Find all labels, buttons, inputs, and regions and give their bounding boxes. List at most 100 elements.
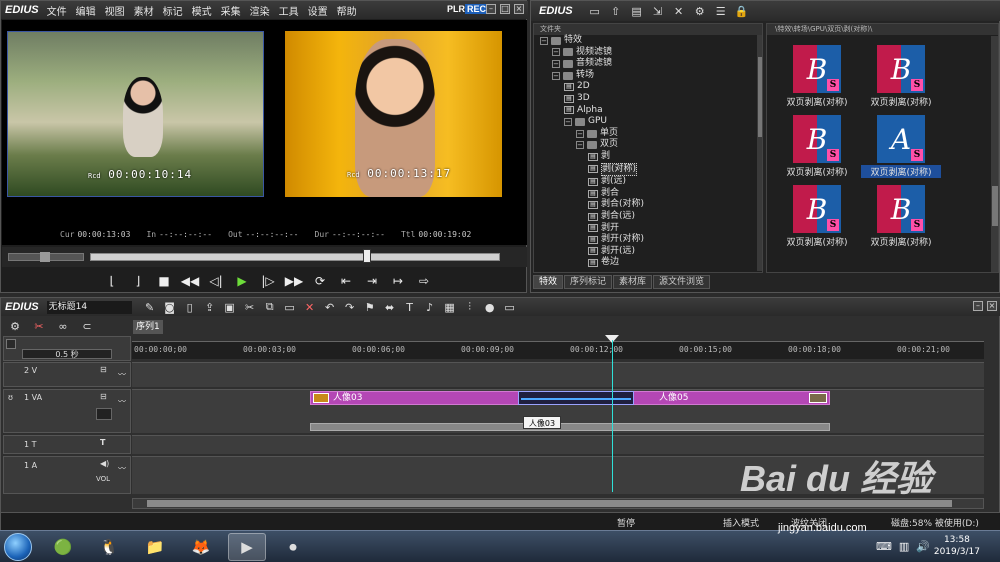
- track-header-1va[interactable]: ʊ 1 VA ⊟ 〰: [3, 389, 131, 433]
- tab-source-browser[interactable]: 源文件浏览: [653, 275, 711, 289]
- rewind-icon[interactable]: ◀◀: [180, 272, 200, 290]
- audio-clip-bar[interactable]: [310, 423, 830, 431]
- tree-item[interactable]: − GPU: [534, 116, 762, 128]
- menu-marker[interactable]: 标记: [163, 3, 183, 18]
- thumb-scroll-thumb[interactable]: [992, 186, 998, 226]
- minimize-icon[interactable]: –: [486, 4, 496, 14]
- record-icon[interactable]: ●: [480, 299, 500, 315]
- tree-item[interactable]: ▤ 剥合: [534, 188, 762, 200]
- step-forward-icon[interactable]: |▷: [258, 272, 278, 290]
- zoom-select[interactable]: 0.5 秒: [22, 349, 112, 359]
- position-slider[interactable]: [90, 253, 500, 261]
- app-edius-icon[interactable]: ▶: [228, 533, 266, 561]
- set-in-icon[interactable]: ⌊: [102, 272, 122, 290]
- cut-icon[interactable]: ✂: [240, 299, 260, 315]
- play-icon[interactable]: ▶: [232, 272, 252, 290]
- menu-render[interactable]: 渲染: [250, 3, 270, 18]
- mixer-icon[interactable]: ⫶: [460, 299, 480, 315]
- tree-item[interactable]: ▤ 剥开(远): [534, 246, 762, 258]
- speaker-icon[interactable]: ◀): [100, 459, 109, 468]
- list-icon[interactable]: ☰: [714, 4, 728, 18]
- expand-icon[interactable]: −: [552, 71, 560, 80]
- effect-thumbnail[interactable]: B S 双页剥离(对称): [861, 185, 941, 248]
- menu-view[interactable]: 视图: [105, 3, 125, 18]
- tree-item[interactable]: − 单页: [534, 128, 762, 140]
- position-knob[interactable]: [363, 249, 371, 263]
- mode-icon-c[interactable]: ∞: [53, 318, 73, 334]
- tree-item[interactable]: ▤ Alpha: [534, 105, 762, 117]
- effect-thumbnail[interactable]: B S 双页剥离(对称): [861, 45, 941, 108]
- tray-volume-icon[interactable]: 🔊: [916, 540, 930, 553]
- tree-item[interactable]: ▤ 剥(远): [534, 176, 762, 188]
- next-edit-icon[interactable]: ⇥: [362, 272, 382, 290]
- expand-icon[interactable]: −: [576, 129, 584, 138]
- rec-label[interactable]: REC: [465, 4, 489, 14]
- track-sync-icon[interactable]: 〰: [118, 369, 126, 380]
- tree-item[interactable]: ▤ 剥合(对称): [534, 199, 762, 211]
- plr-rec-toggle[interactable]: PLR REC: [447, 4, 489, 14]
- marker-icon[interactable]: ⚑: [360, 299, 380, 315]
- up-folder-icon[interactable]: ⇧: [609, 4, 623, 18]
- tree-item[interactable]: ▤ 剥(对称): [534, 162, 762, 177]
- thumbnail-scrollbar[interactable]: [991, 36, 998, 272]
- track-mode-icon[interactable]: ⊟: [100, 365, 107, 374]
- playhead-line[interactable]: [612, 340, 613, 492]
- effect-thumbnail[interactable]: B S 双页剥离(对称): [777, 185, 857, 248]
- copy-icon[interactable]: ⧉: [260, 299, 280, 315]
- tree-item[interactable]: ▤ 3D: [534, 93, 762, 105]
- tree-item[interactable]: ▤ 2D: [534, 81, 762, 93]
- layout-icon[interactable]: ▭: [500, 299, 520, 315]
- overwrite-icon[interactable]: ⇨: [414, 272, 434, 290]
- track-sync-icon[interactable]: 〰: [118, 396, 126, 407]
- track-lock-icon[interactable]: ʊ: [8, 393, 13, 402]
- effect-thumbnail[interactable]: B S 双页剥离(对称): [777, 45, 857, 108]
- fast-forward-icon[interactable]: ▶▶: [284, 272, 304, 290]
- tree-item[interactable]: ▤ 剥合(远): [534, 211, 762, 223]
- sequence-tab[interactable]: 序列1: [133, 320, 163, 334]
- close-icon-tl[interactable]: ×: [987, 301, 997, 311]
- stop-icon[interactable]: ■: [154, 272, 174, 290]
- app-explorer-icon[interactable]: 📁: [136, 533, 174, 561]
- title-icon[interactable]: T: [400, 299, 420, 315]
- new-icon[interactable]: ▯: [180, 299, 200, 315]
- track-header-1t[interactable]: 1 T T: [3, 435, 131, 454]
- tree-item[interactable]: ▤ 卷边: [534, 257, 762, 269]
- tab-sequence-markers[interactable]: 序列标记: [564, 275, 613, 289]
- system-clock[interactable]: 13:58 2019/3/17: [934, 534, 980, 558]
- expand-icon[interactable]: −: [576, 141, 584, 150]
- lock-toggle-icon[interactable]: [6, 339, 16, 349]
- tree-scroll-thumb[interactable]: [758, 57, 762, 137]
- tree-scrollbar[interactable]: [757, 35, 762, 271]
- shuttle-knob[interactable]: [40, 252, 50, 262]
- undo-icon[interactable]: ↶: [320, 299, 340, 315]
- tray-keyboard-icon[interactable]: ⌨: [876, 540, 892, 553]
- menu-help[interactable]: 帮助: [337, 3, 357, 18]
- app-360-icon[interactable]: 🟢: [44, 533, 82, 561]
- title-track-icon[interactable]: T: [100, 438, 105, 447]
- app-firefox-icon[interactable]: 🦊: [182, 533, 220, 561]
- paste-icon[interactable]: ▭: [280, 299, 300, 315]
- set-out-icon[interactable]: ⌋: [128, 272, 148, 290]
- transition-icon[interactable]: ⬌: [380, 299, 400, 315]
- delete-icon[interactable]: ✕: [672, 4, 686, 18]
- track-sync-icon[interactable]: 〰: [118, 463, 126, 474]
- tree-item[interactable]: − 双页: [534, 139, 762, 151]
- track-header-1a[interactable]: 1 A ◀) VOL 〰: [3, 456, 131, 494]
- app-qq-icon[interactable]: 🐧: [90, 533, 128, 561]
- track-header-2v[interactable]: 2 V ⊟ 〰: [3, 362, 131, 387]
- apply-icon[interactable]: ⇲: [651, 4, 665, 18]
- ripple-delete-icon[interactable]: ✕: [300, 299, 320, 315]
- folder-icon[interactable]: ▭: [588, 4, 602, 18]
- menu-tools[interactable]: 工具: [279, 3, 299, 18]
- expand-icon[interactable]: −: [540, 36, 548, 45]
- menu-edit[interactable]: 编辑: [76, 3, 96, 18]
- redo-icon[interactable]: ↷: [340, 299, 360, 315]
- time-ruler[interactable]: 00:00:00;00 00:00:03;00 00:00:06;00 00:00:0…: [132, 341, 984, 359]
- start-button[interactable]: [4, 533, 32, 561]
- tree-item[interactable]: − 音频滤镜: [534, 58, 762, 70]
- track-mode-icon[interactable]: ⊟: [100, 392, 107, 401]
- render-icon[interactable]: ▦: [440, 299, 460, 315]
- app-recorder-icon[interactable]: ⏺: [274, 533, 312, 561]
- expand-icon[interactable]: −: [552, 59, 560, 68]
- mode-icon-b[interactable]: ✂: [29, 318, 49, 334]
